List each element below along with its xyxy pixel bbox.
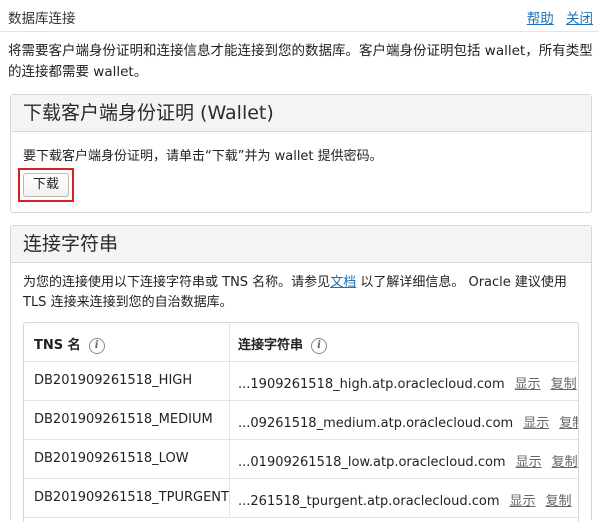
tns-column-header: TNS 名 <box>34 338 81 353</box>
table-row: DB201909261518_HIGH ...1909261518_high.a… <box>24 362 578 401</box>
connection-string: ...09261518_medium.atp.oraclecloud.com <box>238 416 514 431</box>
download-button[interactable]: 下载 <box>23 173 69 197</box>
help-link[interactable]: 帮助 <box>527 11 554 27</box>
tns-name: DB201909261518_TPURGENT <box>34 490 229 505</box>
table-row: DB201909261518_TPURGENT ...261518_tpurge… <box>24 479 578 518</box>
header-links: 帮助 关闭 <box>519 7 593 27</box>
wallet-description: 要下载客户端身份证明，请单击“下载”并为 wallet 提供密码。 <box>23 149 383 164</box>
download-highlight: 下载 <box>18 168 74 202</box>
tns-name: DB201909261518_LOW <box>34 451 189 466</box>
column-divider <box>229 323 230 362</box>
show-link[interactable]: 显示 <box>516 455 542 470</box>
dialog-title: 数据库连接 <box>8 11 76 27</box>
close-link[interactable]: 关闭 <box>566 11 593 27</box>
tns-name: DB201909261518_MEDIUM <box>34 412 213 427</box>
connection-string: ...1909261518_high.atp.oraclecloud.com <box>238 377 505 392</box>
intro-text: 将需要客户端身份证明和连接信息才能连接到您的数据库。客户端身份证明包括 wall… <box>8 43 593 80</box>
show-link[interactable]: 显示 <box>523 416 549 431</box>
connection-description: 为您的连接使用以下连接字符串或 TNS 名称。请参见文档 以了解详细信息。 Or… <box>23 273 579 313</box>
conn-column-header: 连接字符串 <box>238 338 304 353</box>
connection-panel-title: 连接字符串 <box>11 226 591 263</box>
show-link[interactable]: 显示 <box>510 494 536 509</box>
connection-strings-panel: 连接字符串 为您的连接使用以下连接字符串或 TNS 名称。请参见文档 以了解详细… <box>10 225 592 522</box>
table-row: DB201909261518_LOW ...01909261518_low.at… <box>24 440 578 479</box>
show-link[interactable]: 显示 <box>515 377 541 392</box>
documentation-link[interactable]: 文档 <box>330 275 356 290</box>
wallet-panel-title: 下载客户端身份证明 (Wallet) <box>11 95 591 132</box>
wallet-panel: 下载客户端身份证明 (Wallet) 要下载客户端身份证明，请单击“下载”并为 … <box>10 94 592 213</box>
tns-info-icon[interactable]: i <box>88 337 105 354</box>
connection-string: ...01909261518_low.atp.oraclecloud.com <box>238 455 506 470</box>
desc-before: 为您的连接使用以下连接字符串或 TNS 名称。请参见 <box>23 275 331 290</box>
dialog-header: 数据库连接 帮助 关闭 <box>0 0 599 32</box>
connection-string: ...261518_tpurgent.atp.oraclecloud.com <box>238 494 500 509</box>
copy-link[interactable]: 复制 <box>546 494 572 509</box>
copy-link[interactable]: 复制 <box>559 416 578 431</box>
tns-name: DB201909261518_HIGH <box>34 373 193 388</box>
copy-link[interactable]: 复制 <box>551 377 577 392</box>
table-row: DB201909261518_MEDIUM ...09261518_medium… <box>24 401 578 440</box>
conn-info-icon[interactable]: i <box>311 337 328 354</box>
table-header-row: TNS 名 i 连接字符串 i <box>24 323 578 362</box>
connection-table: TNS 名 i 连接字符串 i DB201909261518_HIGH ...190… <box>23 322 579 522</box>
copy-link[interactable]: 复制 <box>552 455 578 470</box>
